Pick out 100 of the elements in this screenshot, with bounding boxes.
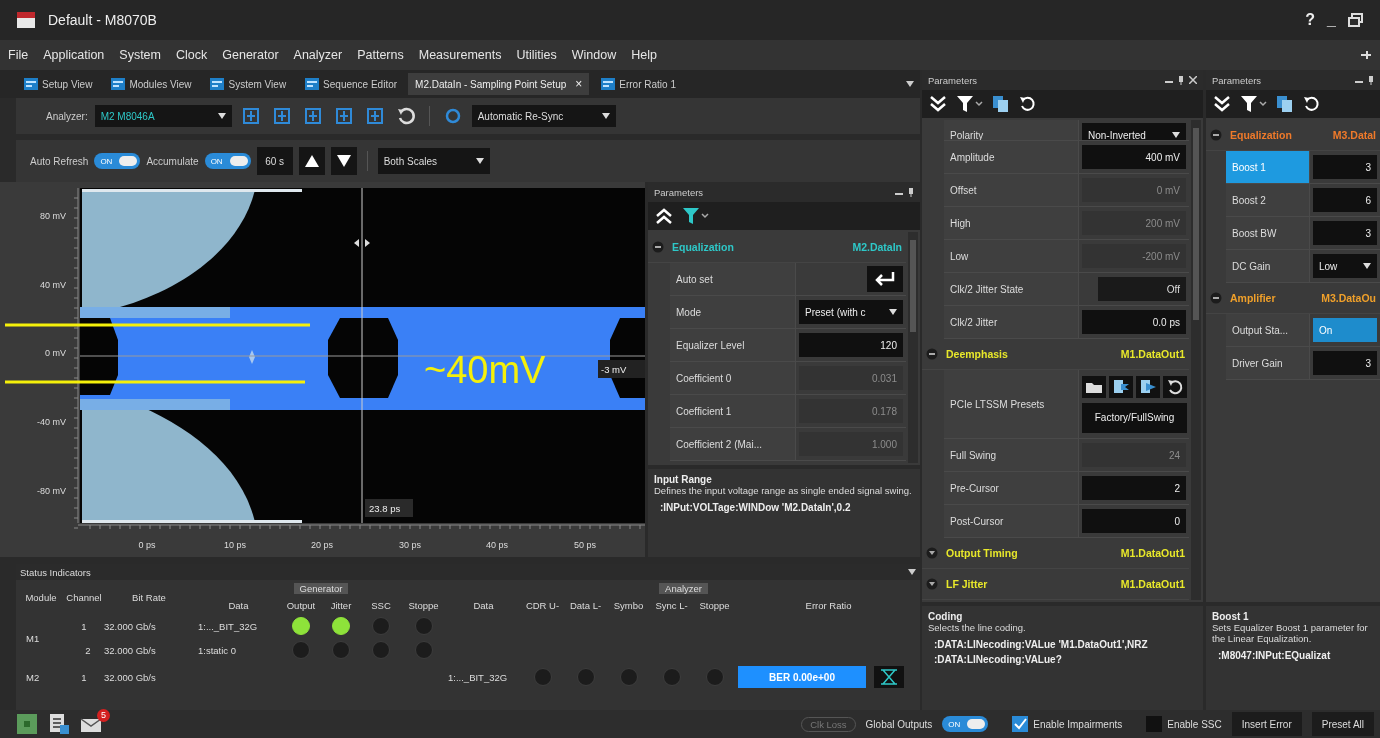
parameter-label[interactable]: Clk/2 Jitter	[944, 306, 1079, 338]
section-title[interactable]: Equalization	[672, 241, 734, 253]
parameter-label[interactable]: Coefficient 1	[670, 395, 796, 427]
collapse-all-icon[interactable]	[654, 207, 674, 225]
section-toggle-icon[interactable]	[926, 578, 938, 590]
footer-button[interactable]: Insert Error	[1231, 712, 1302, 736]
parameter-label[interactable]: Amplitude	[944, 141, 1079, 173]
enter-button[interactable]	[867, 266, 903, 292]
parameter-label[interactable]: Boost BW	[1226, 217, 1310, 249]
undo-icon[interactable]	[1163, 375, 1187, 398]
section-title[interactable]: Amplifier	[1230, 292, 1276, 304]
section-title[interactable]: Deemphasis	[946, 348, 1008, 360]
caret-icon[interactable]	[908, 569, 916, 575]
checkbox[interactable]	[1012, 716, 1029, 732]
tab[interactable]: M2.DataIn - Sampling Point Setup ×	[408, 73, 590, 95]
preset-field[interactable]: Factory/FullSwing	[1082, 402, 1187, 433]
toggle-switch[interactable]: Off	[1098, 277, 1186, 301]
value-field[interactable]: 3	[1313, 155, 1377, 179]
interval-field[interactable]: 60 s	[256, 147, 293, 175]
tab[interactable]: System View	[202, 73, 294, 95]
monitor-icon[interactable]	[16, 713, 38, 735]
menu-item[interactable]: Clock	[176, 48, 208, 62]
value-dropdown[interactable]: Non-Inverted	[1082, 123, 1186, 140]
value-field[interactable]: 120	[799, 333, 903, 357]
checkbox[interactable]	[1146, 716, 1163, 732]
footer-button[interactable]: Preset All	[1311, 712, 1374, 736]
parameter-label[interactable]: Post-Cursor	[944, 505, 1079, 537]
section-toggle-icon[interactable]	[926, 348, 938, 360]
parameter-label[interactable]: Clk/2 Jitter State	[944, 273, 1079, 305]
menu-item[interactable]: File	[8, 48, 29, 62]
value-field[interactable]: 0.0 ps	[1082, 310, 1186, 334]
value-field[interactable]: 3	[1313, 351, 1377, 375]
value-field[interactable]: 400 mV	[1082, 145, 1186, 169]
section-title[interactable]: Equalization	[1230, 129, 1292, 141]
value-field[interactable]: 2	[1082, 476, 1186, 500]
cursor-handle-icon[interactable]	[354, 239, 370, 247]
tab[interactable]: Error Ratio 1	[593, 73, 683, 95]
parameter-label[interactable]: Equalizer Level	[670, 329, 796, 361]
tab[interactable]: Modules View	[103, 73, 199, 95]
parameter-label[interactable]: Coefficient 2 (Mai...	[670, 428, 796, 460]
value-field[interactable]: 0	[1082, 509, 1186, 533]
undo-icon[interactable]	[1302, 95, 1320, 113]
menu-item[interactable]: System	[119, 48, 161, 62]
toggle-switch[interactable]: On	[1313, 318, 1377, 342]
value-field[interactable]: 3	[1313, 221, 1377, 245]
section-title[interactable]: Output Timing	[946, 547, 1018, 559]
menu-item[interactable]: Utilities	[516, 48, 557, 62]
menu-item[interactable]: Patterns	[357, 48, 404, 62]
menu-item[interactable]: Window	[571, 48, 617, 62]
tool-icon[interactable]	[271, 106, 292, 126]
menu-item[interactable]: Measurements	[418, 48, 502, 62]
scale-dropdown[interactable]: Both Scales	[377, 148, 490, 174]
menu-item[interactable]: Help	[631, 48, 657, 62]
chart-icon[interactable]	[874, 666, 904, 688]
tool-icon[interactable]	[240, 106, 261, 126]
parameter-label[interactable]: High	[944, 207, 1079, 239]
section-toggle-icon[interactable]	[1210, 292, 1222, 304]
parameter-label[interactable]: Auto set	[670, 263, 796, 295]
expand-all-icon[interactable]	[928, 95, 948, 113]
parameter-label[interactable]: Output Sta...	[1226, 314, 1310, 346]
menu-item[interactable]: Application	[43, 48, 105, 62]
parameter-label[interactable]: Pre-Cursor	[944, 472, 1079, 504]
tool-icon[interactable]	[333, 106, 354, 126]
export-icon[interactable]	[1109, 375, 1133, 398]
parameter-label[interactable]: Offset	[944, 174, 1079, 206]
undo-icon[interactable]	[1018, 95, 1036, 113]
undo-icon[interactable]	[395, 106, 416, 126]
expand-all-icon[interactable]	[1212, 95, 1232, 113]
caret-icon[interactable]	[906, 81, 914, 87]
toggle-switch[interactable]: ON	[204, 153, 251, 169]
filter-icon[interactable]	[682, 207, 710, 225]
voltage-cursor-line[interactable]	[79, 355, 645, 357]
parameter-label[interactable]: DC Gain	[1226, 250, 1310, 282]
window-control[interactable]: ?	[1305, 11, 1316, 29]
parameter-label[interactable]: Boost 2	[1226, 184, 1310, 216]
analyzer-dropdown[interactable]: M2 M8046A	[94, 105, 232, 127]
parameter-label[interactable]: Mode	[670, 296, 796, 328]
window-control[interactable]: _	[1327, 11, 1336, 29]
section-toggle-icon[interactable]	[1210, 129, 1222, 141]
section-title[interactable]: LF Jitter	[946, 578, 988, 590]
import-icon[interactable]	[1136, 375, 1160, 398]
tool-icon[interactable]	[302, 106, 323, 126]
copy-icon[interactable]	[1276, 95, 1294, 113]
down-button[interactable]	[330, 147, 357, 175]
value-dropdown[interactable]: Low	[1313, 254, 1377, 278]
parameter-label[interactable]: Driver Gain	[1226, 347, 1310, 379]
menu-item[interactable]: Analyzer	[293, 48, 343, 62]
section-toggle-icon[interactable]	[926, 547, 938, 559]
section-toggle-icon[interactable]	[652, 241, 664, 253]
parameter-label[interactable]: Full Swing	[944, 439, 1079, 471]
restore-icon[interactable]	[1348, 13, 1364, 27]
menu-item[interactable]: Generator	[222, 48, 279, 62]
toggle-switch[interactable]: ON	[94, 153, 141, 169]
close-icon[interactable]	[1189, 76, 1197, 84]
tab[interactable]: Setup View	[16, 73, 100, 95]
filter-icon[interactable]	[956, 95, 984, 113]
resync-dropdown[interactable]: Automatic Re-Sync	[471, 105, 616, 127]
tool-icon[interactable]	[364, 106, 385, 126]
parameter-label[interactable]: Low	[944, 240, 1079, 272]
value-dropdown[interactable]: Preset (with c	[799, 300, 903, 324]
